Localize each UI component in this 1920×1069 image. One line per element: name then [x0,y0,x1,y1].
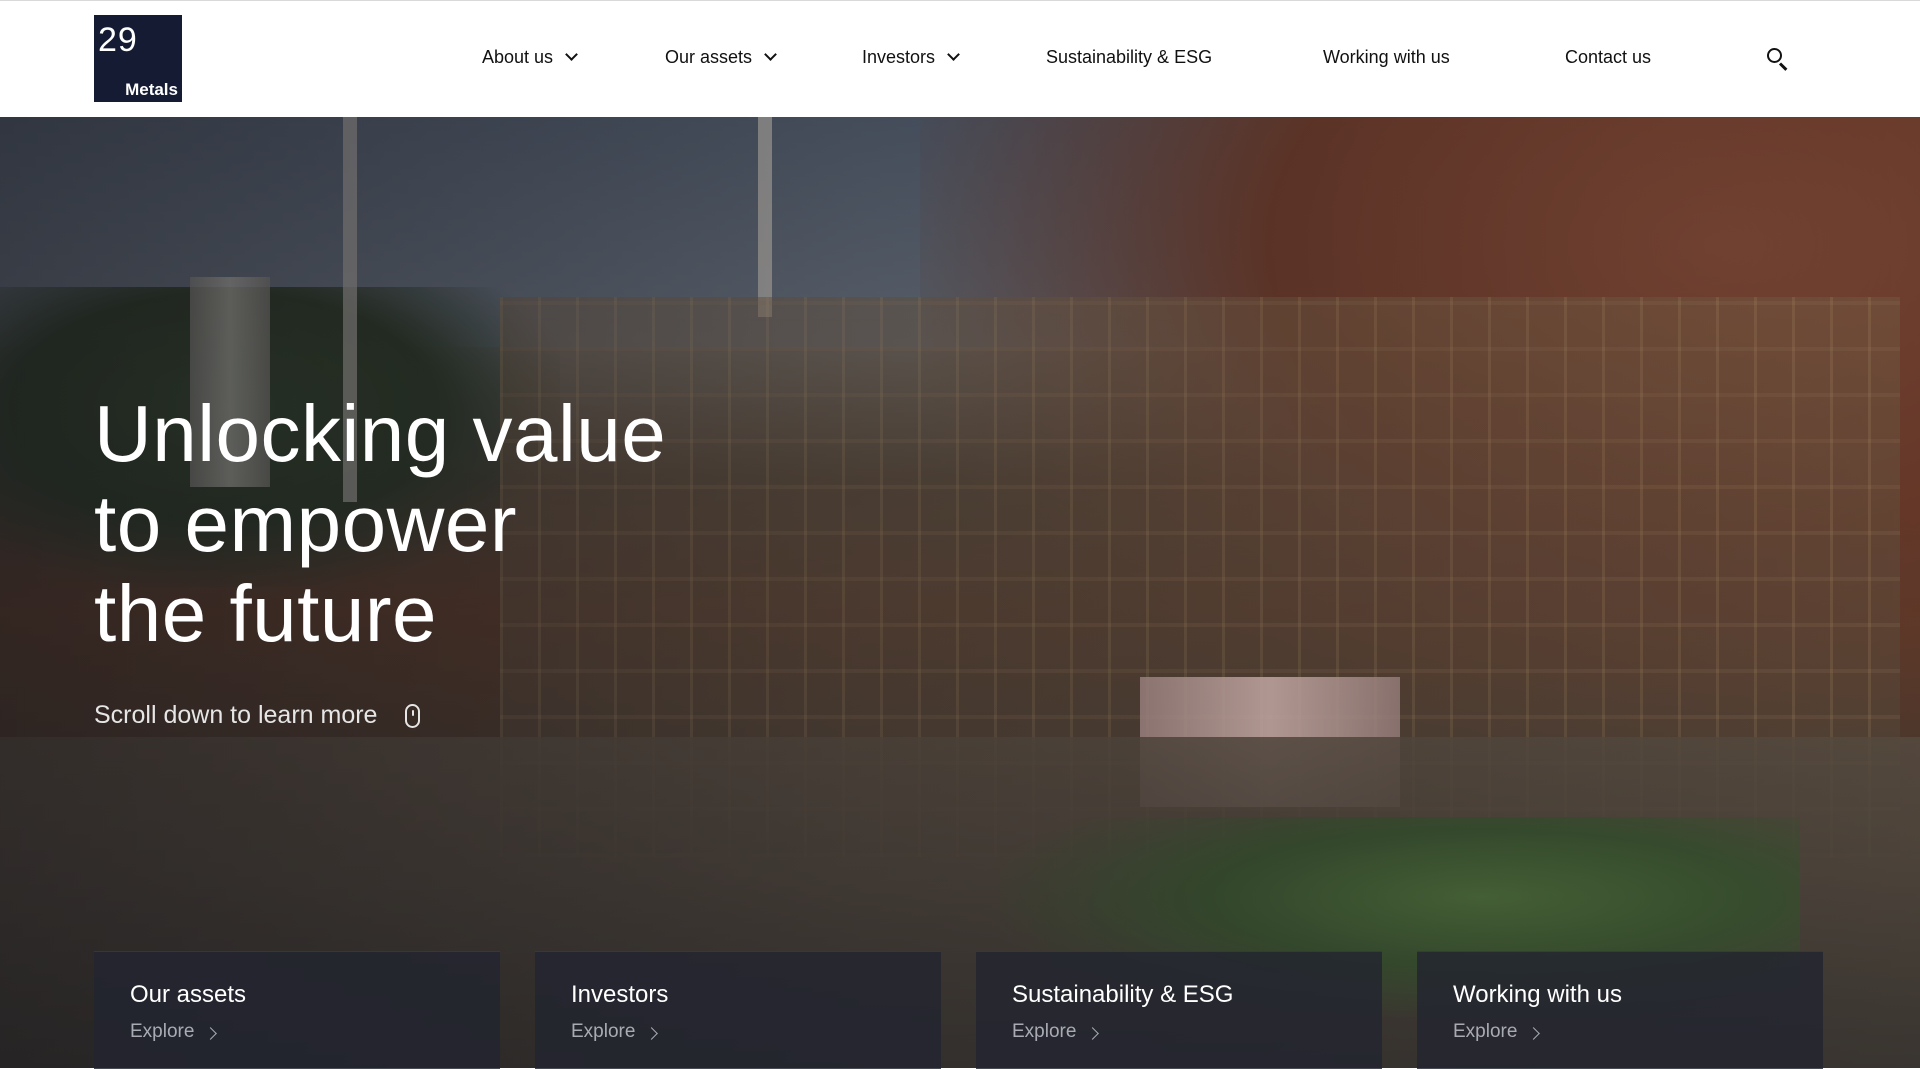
nav-label: Contact us [1565,46,1652,67]
site-header: 29 Metals About us Our assets Investors … [0,0,1920,117]
card-investors[interactable]: Investors Explore [535,951,941,1069]
scroll-hint[interactable]: Scroll down to learn more [94,701,421,730]
hero-headline: Unlocking value to empower the future [94,389,794,659]
nav-label: Sustainability & ESG [1046,46,1213,67]
chevron-right-icon [204,1027,218,1040]
card-our-assets[interactable]: Our assets Explore [94,951,500,1069]
headline-line: the future [94,569,438,658]
card-explore-label: Explore [1012,1021,1077,1042]
search-handle [1778,62,1788,71]
nav-label: Investors [862,46,936,67]
scroll-hint-text: Scroll down to learn more [94,701,378,729]
chevron-right-icon [1086,1027,1100,1040]
card-explore-label: Explore [571,1021,636,1042]
chevron-down-icon [764,48,777,61]
card-explore-link[interactable]: Explore [1012,1021,1100,1043]
card-explore-link[interactable]: Explore [1453,1021,1541,1043]
card-title: Our assets [130,981,247,1008]
nav-label: About us [482,46,554,67]
card-title: Investors [571,981,669,1008]
card-explore-label: Explore [1453,1021,1518,1042]
hero-banner: Unlocking value to empower the future Sc… [0,117,1920,1068]
search-lens [1767,48,1782,63]
card-explore-link[interactable]: Explore [130,1021,218,1043]
card-sustainability-esg[interactable]: Sustainability & ESG Explore [976,951,1382,1069]
nav-contact-us[interactable]: Contact us [1565,45,1651,69]
mouse-icon [405,703,421,728]
headline-line: Unlocking value [94,389,667,478]
card-explore-link[interactable]: Explore [571,1021,659,1043]
nav-investors[interactable]: Investors [862,45,960,69]
chevron-right-icon [645,1027,659,1040]
chevron-down-icon [565,48,578,61]
card-title: Working with us [1453,981,1622,1008]
nav-working-with-us[interactable]: Working with us [1323,45,1450,69]
card-title: Sustainability & ESG [1012,981,1234,1008]
card-working-with-us[interactable]: Working with us Explore [1417,951,1823,1069]
chevron-right-icon [1527,1027,1541,1040]
nav-label: Our assets [665,46,753,67]
nav-about-us[interactable]: About us [482,45,578,69]
nav-our-assets[interactable]: Our assets [665,45,777,69]
search-icon[interactable] [1764,45,1790,71]
chevron-down-icon [947,48,960,61]
nav-label: Working with us [1323,46,1450,67]
card-explore-label: Explore [130,1021,195,1042]
headline-line: to empower [94,479,517,568]
nav-sustainability-esg[interactable]: Sustainability & ESG [1046,45,1212,69]
main-nav: About us Our assets Investors Sustainabi… [0,1,1920,113]
